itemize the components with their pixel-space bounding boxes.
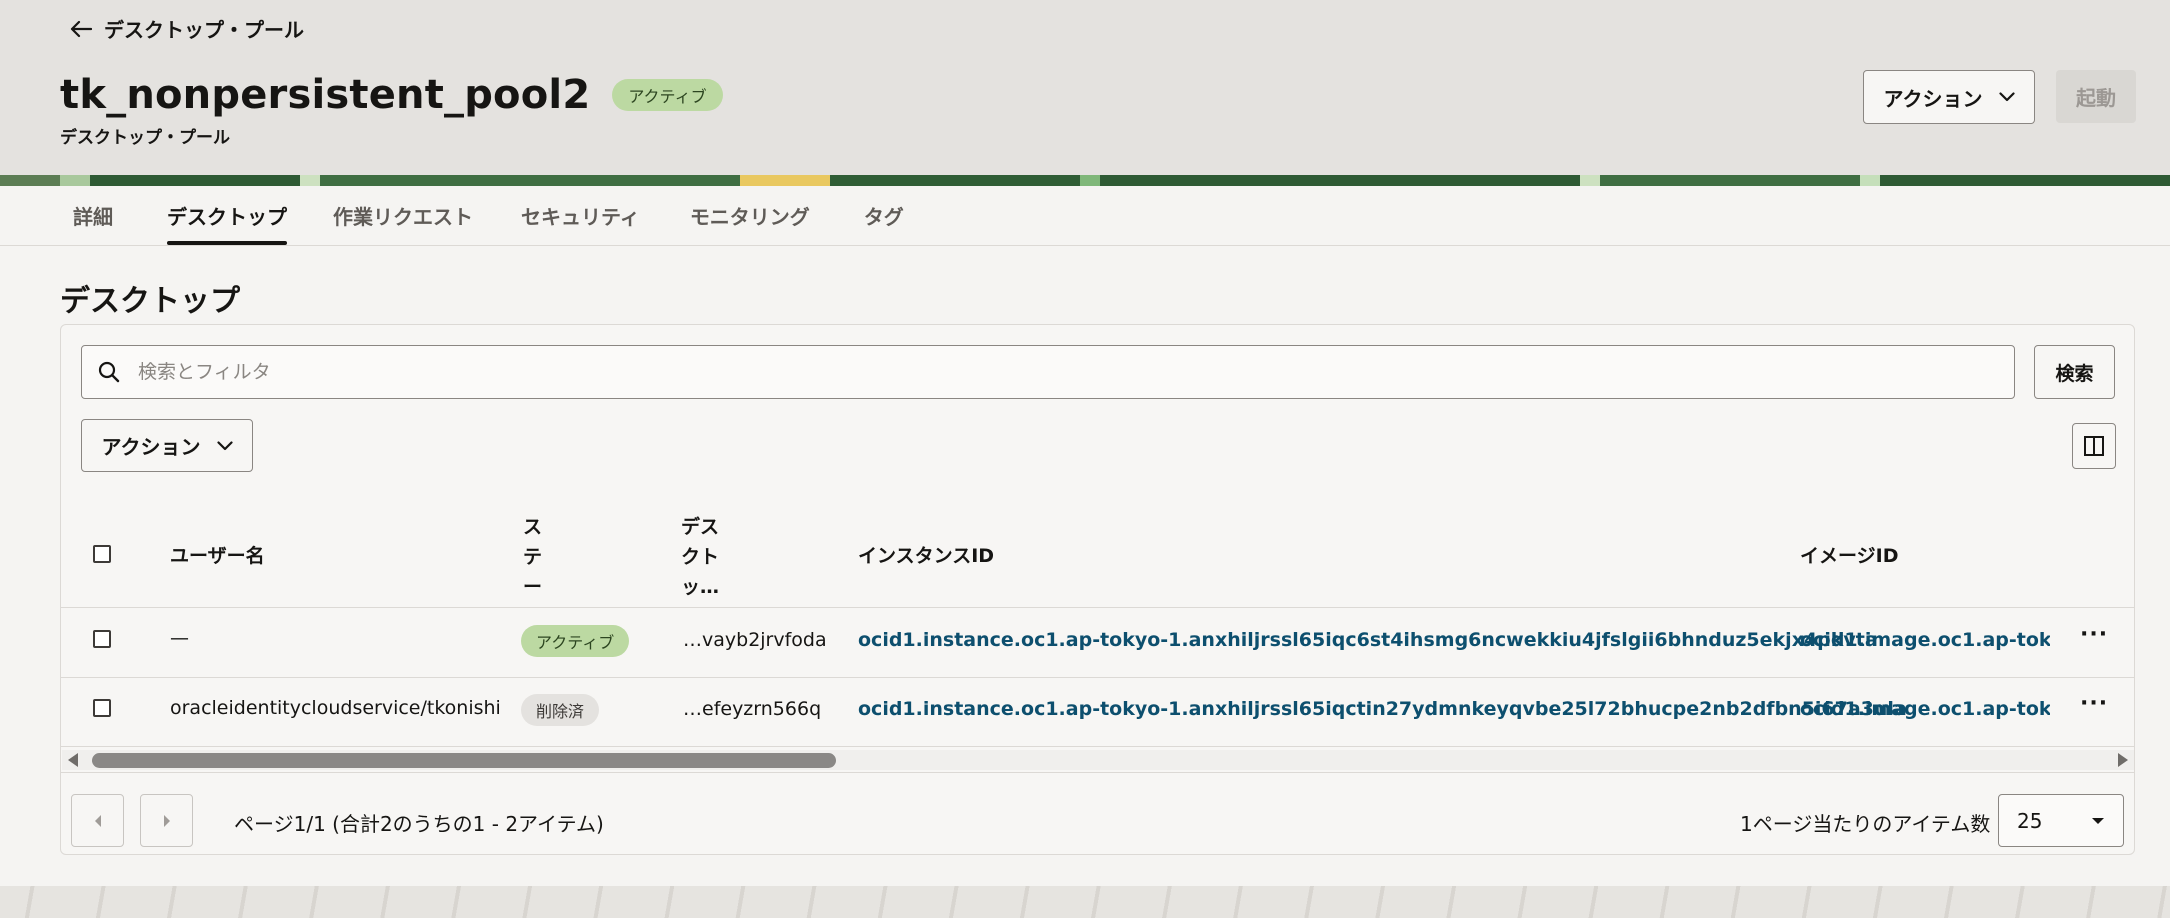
scrollbar-thumb[interactable] xyxy=(92,753,836,768)
previous-page-button[interactable] xyxy=(71,794,124,847)
decorative-banner xyxy=(0,175,2170,186)
desktop-header-line2: クト xyxy=(681,546,720,568)
chevron-down-icon xyxy=(216,440,233,450)
header-actions-label: アクション xyxy=(1883,86,1983,111)
tab-monitoring[interactable]: モニタリング xyxy=(690,186,810,245)
caret-right-icon xyxy=(163,814,170,827)
page-title: tk_nonpersistent_pool2 xyxy=(60,72,591,118)
launch-button[interactable]: 起動 xyxy=(2056,70,2136,123)
tab-details[interactable]: 詳細 xyxy=(73,186,113,245)
image-id-link[interactable]: ocid1.image.oc1.ap-tokyo-1 xyxy=(1800,629,2050,651)
chevron-down-icon xyxy=(1998,92,2015,102)
row-menu-icon[interactable]: ··· xyxy=(2080,691,2108,716)
column-header-instance-id[interactable]: インスタンスID xyxy=(858,544,994,568)
state-header-line2: テ xyxy=(523,546,543,568)
search-input[interactable] xyxy=(136,360,1940,384)
state-header-line1: ス xyxy=(523,516,543,538)
back-link[interactable]: デスクトップ・プール xyxy=(70,14,304,43)
row-divider xyxy=(61,746,2134,747)
state-badge-deleted: 削除済 xyxy=(521,694,600,726)
table-actions-button[interactable]: アクション xyxy=(81,419,253,472)
row-divider xyxy=(61,607,2134,608)
header-actions-button[interactable]: アクション xyxy=(1863,70,2035,124)
cell-desktop-id: …vayb2jrvfoda xyxy=(683,629,827,651)
column-header-state[interactable]: ス テ ー xyxy=(523,515,542,599)
decorative-footer-strip xyxy=(0,886,2170,918)
row-checkbox[interactable] xyxy=(93,630,111,648)
tab-tags[interactable]: タグ xyxy=(864,186,904,245)
page-subtitle: デスクトップ・プール xyxy=(60,128,230,148)
select-all-checkbox[interactable] xyxy=(93,545,111,563)
back-link-label: デスクトップ・プール xyxy=(104,18,304,42)
caret-left-icon xyxy=(94,814,101,827)
section-title: デスクトップ xyxy=(60,284,240,319)
search-icon xyxy=(98,361,120,383)
column-header-desktop[interactable]: デス クト ッ… xyxy=(681,515,719,599)
footer-divider xyxy=(61,772,2134,773)
title-row: tk_nonpersistent_pool2 アクティブ xyxy=(60,72,723,118)
columns-toggle-button[interactable] xyxy=(2072,423,2116,469)
search-button[interactable]: 検索 xyxy=(2034,345,2115,399)
state-header-line3: ー xyxy=(523,576,543,598)
columns-icon xyxy=(2084,436,2104,456)
desktop-header-line1: デス xyxy=(681,516,720,538)
tab-security[interactable]: セキュリティ xyxy=(521,186,640,245)
arrow-left-icon xyxy=(70,20,92,37)
table-actions-label: アクション xyxy=(101,435,201,459)
row-menu-icon[interactable]: ··· xyxy=(2080,622,2108,647)
tab-bar: 詳細 デスクトップ 作業リクエスト セキュリティ モニタリング タグ xyxy=(0,186,2170,246)
items-per-page-value: 25 xyxy=(2017,808,2043,833)
tab-work-requests[interactable]: 作業リクエスト xyxy=(333,186,473,245)
cell-username: oracleidentitycloudservice/tkonishi xyxy=(170,697,501,719)
items-per-page-label: 1ページ当たりのアイテム数 xyxy=(1740,812,1991,836)
instance-id-link[interactable]: ocid1.instance.oc1.ap-tokyo-1.anxhiljrss… xyxy=(858,629,1878,651)
column-header-image-id[interactable]: イメージID xyxy=(1800,544,1898,568)
pagination-summary: ページ1/1 (合計2のうちの1 - 2アイテム) xyxy=(234,812,604,836)
caret-down-icon xyxy=(2092,817,2104,824)
row-checkbox[interactable] xyxy=(93,699,111,717)
horizontal-scrollbar[interactable] xyxy=(62,750,2134,770)
next-page-button[interactable] xyxy=(140,794,193,847)
cell-desktop-id: …efeyzrn566q xyxy=(683,698,822,720)
row-divider xyxy=(61,677,2134,678)
scroll-right-icon[interactable] xyxy=(2116,752,2130,768)
scroll-left-icon[interactable] xyxy=(66,752,80,768)
state-badge-active: アクティブ xyxy=(521,625,630,657)
desktops-panel xyxy=(60,324,2135,855)
desktop-header-line3: ッ… xyxy=(681,576,720,598)
image-id-link[interactable]: ocid1.image.oc1.ap-tokyo-1 xyxy=(1800,698,2050,720)
status-badge: アクティブ xyxy=(612,79,723,111)
instance-id-link[interactable]: ocid1.instance.oc1.ap-tokyo-1.anxhiljrss… xyxy=(858,698,1907,720)
column-header-username[interactable]: ユーザー名 xyxy=(170,544,265,568)
search-field[interactable] xyxy=(81,345,2015,399)
items-per-page-select[interactable]: 25 xyxy=(1998,794,2124,847)
cell-username: — xyxy=(170,627,189,649)
tab-desktops[interactable]: デスクトップ xyxy=(167,186,287,245)
